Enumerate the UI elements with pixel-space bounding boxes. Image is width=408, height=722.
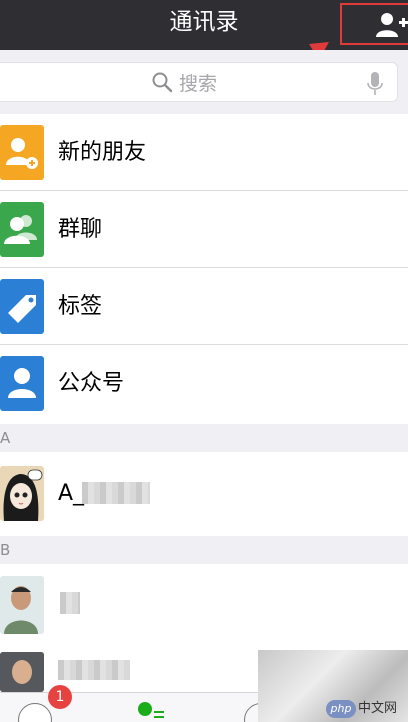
unread-badge: 1 [48,685,72,709]
contact-row[interactable]: A_ [0,452,408,536]
add-contact-icon [376,13,408,37]
new-friend-icon [0,125,44,180]
section-header-a: A [0,424,408,452]
menu-item-label: 群聊 [58,217,103,242]
menu-item-new-friends[interactable]: 新的朋友 [0,114,408,191]
contact-row[interactable] [0,564,408,648]
menu-item-label: 新的朋友 [58,140,147,165]
microphone-icon[interactable] [367,71,383,97]
official-account-icon [0,356,44,411]
tab-chats[interactable] [18,703,52,722]
menu-item-tags[interactable]: 标签 [0,268,408,345]
tag-icon [0,279,44,334]
search-input[interactable]: 搜索 [0,62,398,102]
watermark-logo: php [326,700,356,718]
watermark-text: 中文网 [358,701,398,716]
search-placeholder: 搜索 [179,72,218,95]
redacted-name [82,482,150,504]
avatar [0,652,44,692]
group-chat-icon [0,202,44,257]
top-nav-bar: 通讯录 [0,0,408,50]
redacted-name [60,592,80,614]
search-area: 搜索 [0,50,408,114]
search-icon [152,72,173,93]
contact-name: A_ [58,481,85,506]
avatar [0,576,44,634]
avatar [0,466,44,521]
menu-item-label: 公众号 [58,371,125,396]
redacted-name [58,660,130,680]
section-header-b: B [0,536,408,564]
add-contact-button[interactable] [340,3,408,45]
menu-item-group-chats[interactable]: 群聊 [0,191,408,268]
menu-item-label: 标签 [58,294,103,319]
tab-contacts-icon[interactable] [136,701,168,722]
menu-item-official-accounts[interactable]: 公众号 [0,345,408,422]
